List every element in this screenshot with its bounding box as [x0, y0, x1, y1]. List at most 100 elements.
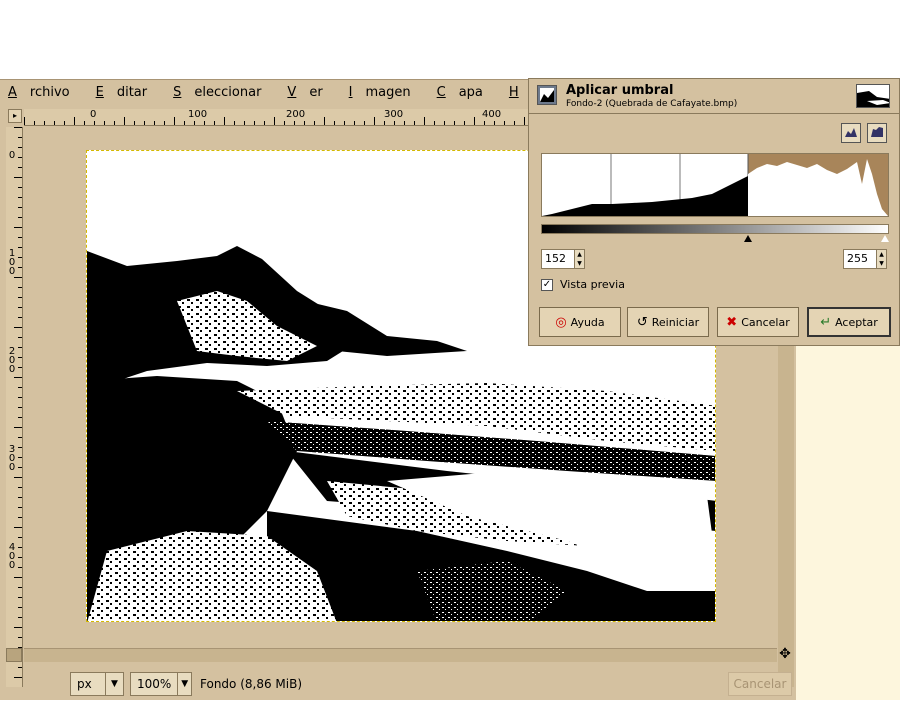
ruler-tick [18, 557, 22, 558]
ruler-tick [14, 627, 22, 628]
ruler-tick [18, 337, 22, 338]
ruler-tick [524, 117, 525, 125]
threshold-dialog: Aplicar umbral Fondo-2 (Quebrada de Cafa… [528, 78, 900, 346]
reset-label: Reiniciar [651, 315, 700, 329]
ruler-tick [474, 117, 475, 125]
high-threshold-handle[interactable] [881, 235, 889, 242]
chevron-down-icon[interactable]: ▼ [177, 673, 191, 695]
ruler-tick [18, 197, 22, 198]
ruler-tick [514, 121, 515, 125]
ruler-tick [44, 121, 45, 125]
linear-scale-icon[interactable] [841, 123, 861, 143]
stepper-arrows[interactable]: ▲ ▼ [574, 250, 584, 268]
menu-capa[interactable]: Capa [437, 85, 496, 100]
ruler-label: 200 [286, 109, 306, 120]
ruler-tick [18, 397, 22, 398]
high-threshold-input[interactable]: 255 ▲ ▼ [843, 249, 887, 269]
chevron-down-icon[interactable]: ▼ [105, 673, 123, 695]
ruler-tick [344, 121, 345, 125]
ruler-tick [164, 121, 165, 125]
ruler-tick [494, 121, 495, 125]
ruler-tick [504, 121, 505, 125]
help-label: Ayuda [570, 315, 605, 329]
low-threshold-handle[interactable] [744, 235, 752, 242]
ruler-tick [18, 167, 22, 168]
ruler-menu-icon[interactable]: ▸ [8, 109, 22, 123]
ok-button[interactable]: ↵ Aceptar [807, 307, 891, 337]
quickmask-icon[interactable] [6, 648, 22, 662]
histogram[interactable] [541, 153, 889, 217]
ruler-tick [18, 507, 22, 508]
ruler-tick [444, 121, 445, 125]
menu-seleccionar[interactable]: Seleccionar [173, 85, 274, 100]
ruler-tick [18, 297, 22, 298]
navigate-icon[interactable]: ✥ [776, 646, 794, 664]
ruler-label: 100 [188, 109, 208, 120]
ruler-tick [154, 121, 155, 125]
threshold-sliders[interactable] [541, 235, 889, 243]
menu-archivo[interactable]: Archivo [8, 85, 83, 100]
low-threshold-input[interactable]: 152 ▲ ▼ [541, 249, 585, 269]
dialog-subtitle: Fondo-2 (Quebrada de Cafayate.bmp) [566, 99, 738, 109]
ruler-tick [18, 547, 22, 548]
reset-button[interactable]: ↺ Reiniciar [627, 307, 709, 337]
ruler-tick [274, 117, 275, 125]
ruler-tick [14, 527, 22, 528]
ruler-tick [14, 427, 22, 428]
menu-editar[interactable]: Editar [96, 85, 161, 100]
ruler-tick [124, 117, 125, 125]
cancel-button[interactable]: ✖ Cancelar [717, 307, 799, 337]
stepper-arrows[interactable]: ▲ ▼ [876, 250, 886, 268]
cancel-icon: ✖ [726, 314, 738, 330]
ruler-tick [14, 327, 22, 328]
ruler-tick [18, 607, 22, 608]
threshold-icon [537, 85, 557, 105]
ruler-tick [114, 121, 115, 125]
preview-toggle[interactable]: ✓ Vista previa [541, 278, 625, 291]
ruler-tick [18, 457, 22, 458]
ruler-label: 300 [384, 109, 404, 120]
menu-ver[interactable]: Ver [287, 85, 335, 100]
ruler-tick [234, 121, 235, 125]
help-button[interactable]: ◎ Ayuda [539, 307, 621, 337]
status-cancel-button[interactable]: Cancelar [728, 672, 792, 696]
ruler-tick [18, 307, 22, 308]
ruler-tick [304, 121, 305, 125]
preview-checkbox[interactable]: ✓ [541, 278, 553, 291]
ok-label: Aceptar [835, 315, 878, 329]
ruler-tick [18, 257, 22, 258]
ruler-tick [14, 477, 22, 478]
ruler-tick [14, 577, 22, 578]
ruler-tick [334, 121, 335, 125]
ruler-tick [18, 417, 22, 418]
ruler-tick [194, 121, 195, 125]
ruler-tick [18, 357, 22, 358]
ruler-tick [18, 387, 22, 388]
ruler-label: 300 [8, 444, 16, 473]
desktop-background [796, 345, 900, 700]
unit-select[interactable]: px ▼ [70, 672, 124, 696]
preview-label: Vista previa [560, 278, 625, 291]
log-scale-icon[interactable] [867, 123, 887, 143]
ruler-label: 400 [8, 542, 16, 571]
ruler-tick [18, 587, 22, 588]
ruler-tick [64, 121, 65, 125]
ruler-tick [84, 121, 85, 125]
ruler-label: 100 [8, 248, 16, 277]
reset-icon: ↺ [636, 314, 648, 330]
ruler-tick [18, 567, 22, 568]
vertical-ruler[interactable]: 0 100 200 300 400 [6, 127, 23, 687]
ruler-tick [104, 121, 105, 125]
ruler-label: 0 [90, 109, 97, 120]
ruler-tick [18, 637, 22, 638]
ruler-tick [184, 121, 185, 125]
ruler-tick [18, 447, 22, 448]
menu-imagen[interactable]: Imagen [349, 85, 424, 100]
ruler-tick [18, 237, 22, 238]
horizontal-scrollbar[interactable] [24, 648, 777, 662]
ruler-tick [14, 377, 22, 378]
zoom-select[interactable]: 100% ▼ [130, 672, 192, 696]
ruler-tick [18, 267, 22, 268]
ruler-tick [18, 287, 22, 288]
ruler-tick [18, 437, 22, 438]
